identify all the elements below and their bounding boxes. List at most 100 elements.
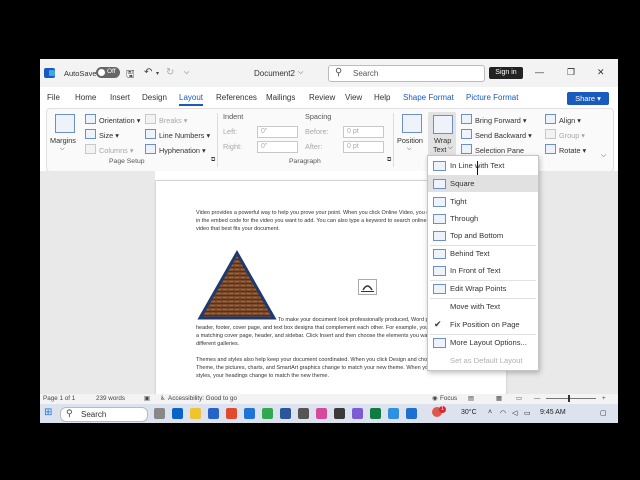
menu-item-in-line-with-text[interactable]: In Line with Text <box>428 157 538 174</box>
menu-item-square[interactable]: Square <box>428 175 538 192</box>
close-icon[interactable]: ✕ <box>597 67 605 78</box>
tab-mailings[interactable]: Mailings <box>266 93 295 102</box>
indent-left-input[interactable]: 0" <box>257 126 298 138</box>
search-box[interactable]: ⚲ Search <box>328 65 485 82</box>
tab-picture-format[interactable]: Picture Format <box>466 93 518 102</box>
zoom-out-icon[interactable]: — <box>534 395 540 402</box>
sign-in-button[interactable]: Sign in <box>489 67 523 79</box>
tab-file[interactable]: File <box>47 93 60 102</box>
paragraph-1[interactable]: Video provides a powerful way to help yo… <box>196 209 454 243</box>
customize-toolbar-icon[interactable]: ⌵ <box>184 69 189 77</box>
menu-item-fix-position[interactable]: ✔ Fix Position on Page <box>428 316 538 333</box>
temperature[interactable]: 30°C <box>461 409 477 416</box>
line-numbers-button[interactable]: Line Numbers ▾ <box>145 129 210 140</box>
send-backward-button[interactable]: Send Backward ▾ <box>461 129 532 140</box>
rotate-button[interactable]: Rotate ▾ <box>545 144 586 155</box>
menu-item-behind-text[interactable]: Behind Text <box>428 245 538 262</box>
tray-chevron-icon[interactable]: ˄ <box>488 409 492 416</box>
start-icon[interactable]: ⊞ <box>44 407 52 418</box>
volume-icon[interactable]: ◁ <box>512 409 517 417</box>
size-button[interactable]: Size ▾ <box>85 129 119 140</box>
margins-button[interactable]: Margins <box>50 136 76 145</box>
position-button[interactable]: Position <box>397 136 423 145</box>
clock[interactable]: 9:45 AM <box>540 409 566 416</box>
spacing-before-input[interactable]: 0 pt <box>343 126 384 138</box>
triangle-picture[interactable] <box>197 250 277 322</box>
outlook-icon[interactable] <box>244 408 255 419</box>
file-explorer-icon[interactable] <box>190 408 201 419</box>
undo-dropdown-icon[interactable]: ▾ <box>156 70 159 77</box>
focus-button[interactable]: Focus <box>440 395 457 402</box>
menu-item-in-front-of-text[interactable]: In Front of Text <box>428 262 538 279</box>
excel-icon[interactable] <box>370 408 381 419</box>
tab-insert[interactable]: Insert <box>110 93 130 102</box>
tab-view[interactable]: View <box>345 93 362 102</box>
store-icon[interactable] <box>208 408 219 419</box>
align-button[interactable]: Align ▾ <box>545 114 581 125</box>
tab-help[interactable]: Help <box>374 93 390 102</box>
tab-home[interactable]: Home <box>75 93 96 102</box>
terminal-icon[interactable] <box>334 408 345 419</box>
status-bar: Page 1 of 1 239 words ▣ ♿ Accessibility:… <box>40 394 618 404</box>
selection-pane-icon <box>461 144 472 154</box>
edge-icon[interactable] <box>172 408 183 419</box>
hyphenation-button[interactable]: Hyphenation ▾ <box>145 144 206 155</box>
battery-icon[interactable]: ▭ <box>524 409 531 417</box>
word-taskbar-icon[interactable] <box>280 408 291 419</box>
web-layout-icon[interactable]: ▭ <box>516 395 522 402</box>
tab-review[interactable]: Review <box>309 93 335 102</box>
save-icon[interactable]: 🖫 <box>126 67 135 84</box>
wrap-text-dropdown-icon: ⌵ <box>448 145 453 151</box>
orientation-button[interactable]: Orientation ▾ <box>85 114 140 125</box>
print-layout-icon[interactable]: ▦ <box>496 395 502 402</box>
menu-item-move-with-text[interactable]: Move with Text <box>428 298 538 315</box>
menu-item-edit-wrap-points[interactable]: Edit Wrap Points <box>428 280 538 297</box>
settings-icon[interactable] <box>406 408 417 419</box>
page-setup-launcher-icon[interactable]: ⧉ <box>211 157 215 164</box>
title-chevron-icon[interactable]: ⌵ <box>298 69 303 77</box>
indent-right-input[interactable]: 0" <box>257 141 298 153</box>
ribbon-collapse-icon[interactable]: ⌵ <box>601 152 606 160</box>
task-view-icon[interactable] <box>154 408 165 419</box>
powerpoint-icon[interactable] <box>226 408 237 419</box>
position-dropdown-icon[interactable]: ⌵ <box>407 146 412 153</box>
bring-forward-button[interactable]: Bring Forward ▾ <box>461 114 527 125</box>
search-icon: ⚲ <box>335 67 343 78</box>
autosave-toggle[interactable]: Off <box>96 67 120 78</box>
tab-design[interactable]: Design <box>142 93 167 102</box>
paragraph-launcher-icon[interactable]: ⧉ <box>387 157 391 164</box>
accessibility-status[interactable]: Accessibility: Good to go <box>168 395 237 402</box>
paragraph-2-rest[interactable]: To make your document look professionall… <box>196 324 454 348</box>
tab-shape-format[interactable]: Shape Format <box>403 93 454 102</box>
selection-pane-button[interactable]: Selection Pane <box>461 144 524 155</box>
spacing-after-input[interactable]: 0 pt <box>343 141 384 153</box>
proofing-icon[interactable]: ▣ <box>144 395 150 402</box>
layout-options-button[interactable] <box>358 279 377 295</box>
photos-icon[interactable] <box>388 408 399 419</box>
taskbar-search[interactable]: ⚲ Search <box>60 407 148 422</box>
wifi-icon[interactable]: ◠ <box>500 409 506 417</box>
menu-item-through[interactable]: Through <box>428 210 538 227</box>
minimize-icon[interactable]: — <box>535 67 544 77</box>
zoom-slider-thumb[interactable] <box>568 395 570 402</box>
teams-icon[interactable] <box>352 408 363 419</box>
read-mode-icon[interactable]: ▤ <box>468 395 474 402</box>
margins-dropdown-icon[interactable]: ⌵ <box>60 146 65 153</box>
paint-icon[interactable] <box>316 408 327 419</box>
menu-item-top-and-bottom[interactable]: Top and Bottom <box>428 227 538 244</box>
zoom-in-icon[interactable]: + <box>602 395 606 402</box>
page-count[interactable]: Page 1 of 1 <box>43 395 75 402</box>
tab-references[interactable]: References <box>216 93 257 102</box>
snipping-tool-icon[interactable] <box>298 408 309 419</box>
restore-icon[interactable]: ❐ <box>567 67 575 78</box>
chrome-icon[interactable] <box>262 408 273 419</box>
undo-icon[interactable]: ↶ <box>144 67 152 78</box>
zoom-slider[interactable] <box>546 398 596 399</box>
word-count[interactable]: 239 words <box>96 395 125 402</box>
notification-icon[interactable]: ▢ <box>600 409 607 417</box>
tab-layout[interactable]: Layout <box>179 93 204 106</box>
menu-item-tight[interactable]: Tight <box>428 193 538 210</box>
share-button[interactable]: Share ▾ <box>567 92 609 105</box>
menu-item-more-layout-options[interactable]: More Layout Options... <box>428 334 538 351</box>
paragraph-3[interactable]: Themes and styles also help keep your do… <box>196 356 454 382</box>
